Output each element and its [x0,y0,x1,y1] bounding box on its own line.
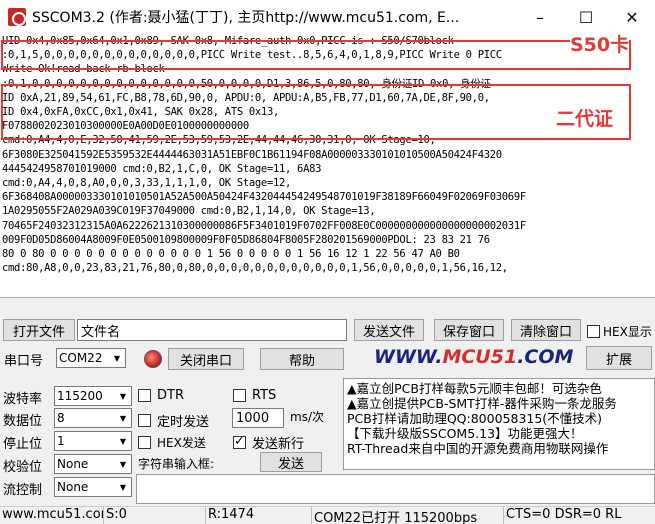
file-name-input[interactable]: 文件名 [77,319,347,341]
rts-check-icon[interactable] [233,389,246,402]
status-received: R:1474 [206,507,312,524]
baud-select[interactable]: 115200 ▼ [54,386,132,406]
port-value: COM22 [59,351,103,365]
annotation-label-s50: S50卡 [570,34,630,56]
send-button[interactable]: 发送 [260,452,322,472]
parity-value: None [57,457,89,471]
ad-line[interactable]: RT-Thread来自中国的开源免费商用物联网操作 [347,441,651,456]
receive-scrollbar[interactable] [0,298,655,314]
close-port-button[interactable]: 关闭串口 [168,348,244,370]
flow-control-select[interactable]: None ▼ [54,477,132,497]
maximize-icon[interactable]: ☐ [563,0,609,34]
receive-line: 6F3080E325041592E5359532E4444463031A51EB… [2,148,502,161]
dtr-check-icon[interactable] [138,389,151,402]
port-select[interactable]: COM22 ▼ [56,348,126,368]
send-file-button[interactable]: 发送文件 [354,319,424,341]
stop-bits-value: 1 [57,434,65,448]
help-button[interactable]: 帮助 [260,348,344,370]
chevron-down-icon[interactable]: ▼ [115,478,131,496]
annotation-label-idcard: 二代证 [556,108,614,130]
window-title: SSCOM3.2 (作者:聂小猛(丁丁), 主页http://www.mcu51… [32,10,460,26]
parity-select[interactable]: None ▼ [54,454,132,474]
minimize-icon[interactable]: – [517,0,563,34]
window-controls: – ☐ ✕ [517,0,655,34]
ad-line[interactable]: ▲嘉立创提供PCB-SMT打样-器件采购一条龙服务 [347,396,651,411]
input-label: 字符串输入框: [138,457,215,471]
annotation-box-idcard [1,84,631,140]
chevron-down-icon[interactable]: ▼ [115,387,131,405]
timed-send-check-icon[interactable] [138,414,151,427]
ad-panel[interactable]: ▲嘉立创PCB打样每款5元顺丰包邮！可选杂色 ▲嘉立创提供PCB-SMT打样-器件… [343,378,655,470]
annotation-box-s50 [1,40,631,70]
ad-line[interactable]: ▲嘉立创PCB打样每款5元顺丰包邮！可选杂色 [347,381,651,396]
clear-window-button[interactable]: 清除窗口 [511,319,581,341]
receive-line: 4445424958701019000 cmd:0,B2,1,C,0, OK S… [2,162,322,175]
hex-display-label: HEX显示 [603,325,652,339]
ad-line[interactable]: PCB打样请加助理QQ:800058315(不懂技术) [347,411,651,426]
stop-bits-select[interactable]: 1 ▼ [54,431,132,451]
brand-logo[interactable]: WWW.MCU51.COM [374,346,573,368]
rts-label: RTS [252,388,277,403]
title-bar: SSCOM3.2 (作者:聂小猛(丁丁), 主页http://www.mcu51… [0,0,655,34]
send-newline-label: 发送新行 [252,437,305,452]
chevron-down-icon[interactable]: ▼ [115,432,131,450]
hex-send-label: HEX发送 [157,436,206,450]
baud-label: 波特率 [3,392,43,407]
parity-label: 校验位 [3,460,43,475]
status-bar: www.mcu51.cor S:0 R:1474 COM22已打开 115200… [0,506,655,524]
send-input[interactable] [136,474,655,504]
receive-line: cmd:0,A4,4,0,8,A0,0,0,3,33,1,1,1,0, OK S… [2,177,292,190]
save-window-button[interactable]: 保存窗口 [434,319,504,341]
status-site: www.mcu51.cor [2,507,104,524]
timed-send-label: 定时发送 [157,415,210,430]
app-icon [8,8,26,26]
baud-value: 115200 [57,389,103,403]
receive-lines: UID 0x4,0x85,0x64,0x1,0x89, SAK 0x8, Mif… [0,34,655,275]
port-label: 串口号 [4,354,44,369]
data-bits-select[interactable]: 8 ▼ [54,408,132,428]
ad-line[interactable]: 【下载升级版SSCOM5.13】功能更强大！ [347,426,651,441]
chevron-down-icon[interactable]: ▼ [115,455,131,473]
rts-checkbox[interactable]: RTS [233,388,276,403]
flow-control-value: None [57,480,89,494]
status-port: COM22已打开 115200bps [312,507,504,524]
chevron-down-icon[interactable]: ▼ [109,349,125,367]
stop-bits-label: 停止位 [3,437,43,452]
data-bits-value: 8 [57,411,65,425]
status-signals: CTS=0 DSR=0 RL [506,507,622,522]
hex-send-checkbox[interactable]: HEX发送 [138,434,206,451]
dtr-label: DTR [157,388,184,403]
port-status-led-icon [144,350,162,368]
port-toolbar: 串口号 COM22 ▼ 关闭串口 帮助 WWW.MCU51.COM 扩展 [0,346,655,372]
send-newline-checkbox[interactable]: 发送新行 [233,433,304,452]
interval-unit: ms/次 [290,410,324,424]
expand-button[interactable]: 扩展 [586,346,652,370]
chevron-down-icon[interactable]: ▼ [115,409,131,427]
dtr-checkbox[interactable]: DTR [138,388,184,403]
hex-display-check-icon[interactable] [587,325,600,338]
close-icon[interactable]: ✕ [609,0,655,34]
flow-control-label: 流控制 [3,483,43,498]
hex-display-checkbox[interactable]: HEX显示 [587,323,652,340]
receive-line: 009F0D05D86004A8009F0E0500109800009F0F05… [2,233,490,246]
hex-send-check-icon[interactable] [138,436,151,449]
data-bits-label: 数据位 [3,414,43,429]
receive-line: 70465F24032312315A0A6222621310300000086F… [2,219,526,232]
receive-area[interactable]: UID 0x4,0x85,0x64,0x1,0x89, SAK 0x8, Mif… [0,34,655,298]
file-toolbar: 打开文件 文件名 发送文件 保存窗口 清除窗口 HEX显示 [0,318,655,342]
receive-line: cmd:80,A8,0,0,23,83,21,76,80,0,80,0,0,0,… [2,262,508,275]
ad-lines: ▲嘉立创PCB打样每款5元顺丰包邮！可选杂色 ▲嘉立创提供PCB-SMT打样-器件… [347,381,651,456]
receive-line: 1A0295055F2A029A039C019F37049000 cmd:0,B… [2,205,376,218]
receive-line: 6F368408A000003330101010501A52A500A50424… [2,191,526,204]
open-file-button[interactable]: 打开文件 [3,319,75,341]
timed-send-checkbox[interactable]: 定时发送 [138,411,209,430]
send-newline-check-icon[interactable] [233,434,246,449]
receive-line: 80 0 80 0 0 0 0 0 0 0 0 0 0 0 0 0 1 56 0… [2,248,460,261]
status-sent: S:0 [104,507,206,524]
interval-input[interactable]: 1000 [232,408,284,428]
